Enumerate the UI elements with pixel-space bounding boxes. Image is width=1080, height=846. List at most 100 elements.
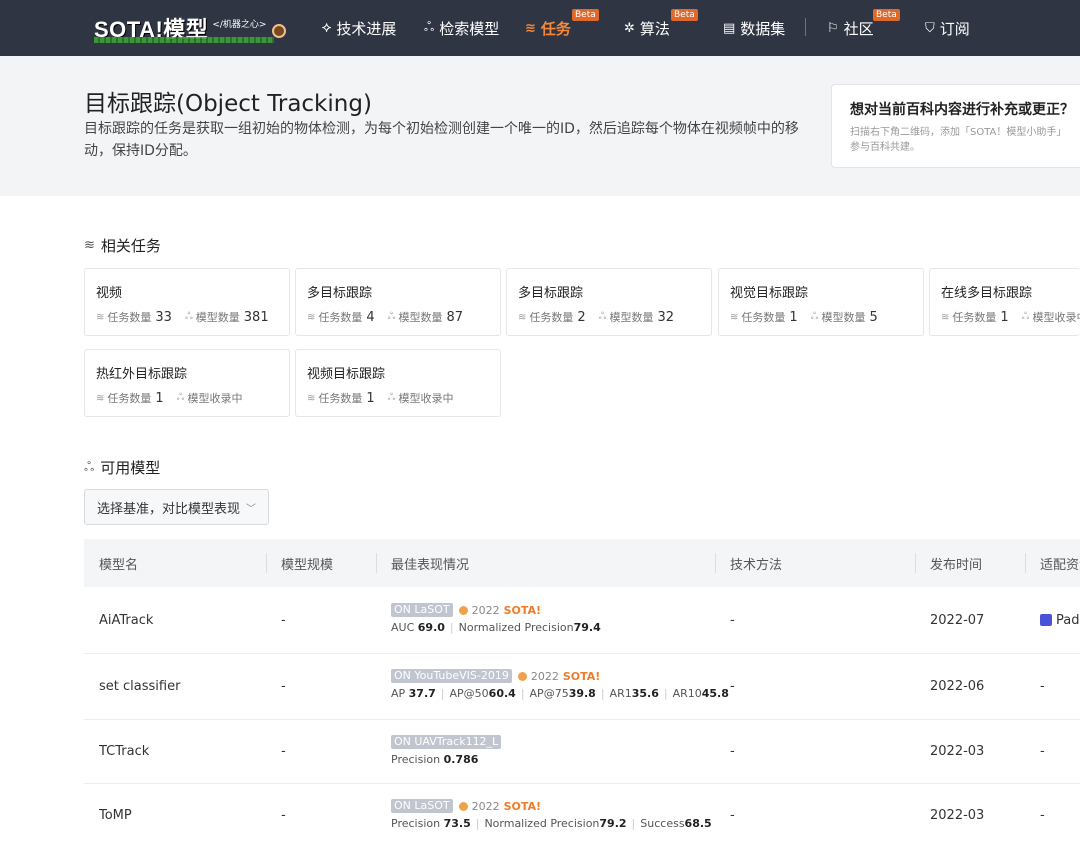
nodes-icon: ஃ <box>424 20 435 35</box>
task-card[interactable]: 视觉目标跟踪 ≋ 任务数量 1 ஃ 模型数量 5 <box>718 268 924 336</box>
model-count-label: 模型数量 <box>821 311 866 324</box>
metric-value: 45.8 <box>701 687 729 700</box>
layers-icon: ≋ <box>84 238 95 253</box>
database-icon: ▤ <box>723 20 736 36</box>
nav-item-label: 算法 <box>639 19 670 38</box>
layers-icon: ≋ <box>307 311 316 323</box>
metrics: Precision 73.5 | Normalized Precision79.2 |… <box>391 817 712 830</box>
contribute-title: 想对当前百科内容进行补充或更正？ <box>850 102 1074 118</box>
metric-name: Precision <box>391 817 444 830</box>
task-count-label: 任务数量 <box>318 311 363 324</box>
metric-value: 0.786 <box>443 753 479 766</box>
resource-label: Paddle <box>1056 612 1080 628</box>
column-header[interactable]: 模型规模 <box>281 539 333 587</box>
resource-link[interactable]: Paddle <box>1040 587 1080 653</box>
task-card[interactable]: 视频 ≋ 任务数量 33 ஃ 模型数量 381 <box>84 268 290 336</box>
resource: - <box>1040 744 1045 759</box>
nav-item-algorithms[interactable]: ✲ 算法 <box>624 0 670 56</box>
paddle-icon <box>1040 614 1052 626</box>
metric-value: 68.5 <box>684 817 712 830</box>
related-tasks-title: ≋ 相关任务 <box>84 235 161 256</box>
layers-icon: ≋ <box>96 392 105 404</box>
task-card[interactable]: 在线多目标跟踪 ≋任务数量1 ஃ模型收录中 <box>929 268 1080 336</box>
layers-icon: ≋ <box>96 311 105 323</box>
models-table-header: 模型名 模型规模 最佳表现情况 技术方法 发布时间 适配资源 <box>84 539 1080 587</box>
sota-badge: SOTA! <box>503 799 542 813</box>
task-count-label: 任务数量 <box>107 311 152 324</box>
model-count-label: 模型数量 <box>195 311 240 324</box>
dataset-tag[interactable]: ON LaSOT <box>391 799 453 813</box>
column-header[interactable]: 最佳表现情况 <box>391 539 469 587</box>
tech-method: - <box>730 807 735 823</box>
column-divider <box>376 553 377 573</box>
logo[interactable]: SOTA!模型 </机器之心> <box>94 10 287 46</box>
model-count-status: 模型收录中 <box>187 392 243 405</box>
nav-item-subscribe[interactable]: ⛉ 订阅 <box>925 0 970 56</box>
metrics: AP 37.7 | AP@5060.4 | AP@7539.8 | AR135.6 | AR10… <box>391 687 729 700</box>
table-row[interactable]: ToMP - ON LaSOT 2022 SOTA! Precision 73.… <box>84 784 1080 846</box>
chevron-down-icon: ﹀ <box>246 503 257 515</box>
task-card[interactable]: 热红外目标跟踪 ≋ 任务数量 1 ஃ 模型收录中 <box>84 349 290 417</box>
nav-item-tech-progress[interactable]: ⯎ 技术进展 <box>322 0 396 56</box>
task-count: 1 <box>155 390 164 406</box>
task-card-name: 视频目标跟踪 <box>307 367 386 382</box>
benchmark-select[interactable]: 选择基准，对比模型表现 ﹀ <box>84 489 269 525</box>
contribute-line-1: 扫描右下角二维码，添加「SOTA！模型小助手」 <box>850 127 1067 138</box>
metric-name: AP@75 <box>529 687 569 700</box>
layers-icon: ≋ <box>730 311 739 323</box>
logo-tag: </机器之心> <box>212 19 267 30</box>
task-count-label: 任务数量 <box>318 392 363 405</box>
sota-year: 2022 <box>471 799 500 813</box>
layers-icon: ≋ <box>307 392 316 404</box>
model-name[interactable]: AiATrack <box>99 587 153 653</box>
sota-year: 2022 <box>471 603 500 617</box>
column-header[interactable]: 适配资源 <box>1040 539 1080 587</box>
best-performance: ON YouTubeVIS-2019 2022 SOTA! AP 37.7 | AP… <box>391 669 729 700</box>
task-count-label: 任务数量 <box>952 311 997 324</box>
layers-icon: ≋ <box>518 311 527 323</box>
column-divider <box>266 553 267 573</box>
nav-item-label: 任务 <box>540 19 571 38</box>
model-scale: - <box>281 807 286 823</box>
column-header[interactable]: 模型名 <box>99 539 138 587</box>
nodes-icon: ஃ <box>1021 311 1030 322</box>
model-name[interactable]: TCTrack <box>99 720 149 783</box>
column-header[interactable]: 发布时间 <box>930 539 982 587</box>
task-card-name: 在线多目标跟踪 <box>941 286 1033 301</box>
model-count: 5 <box>869 309 878 325</box>
metrics: AUC 69.0 | Normalized Precision79.4 <box>391 621 601 634</box>
column-header[interactable]: 技术方法 <box>730 539 782 587</box>
model-name[interactable]: ToMP <box>99 784 132 846</box>
table-row[interactable]: AiATrack - ON LaSOT 2022 SOTA! AUC 69.0 |… <box>84 587 1080 654</box>
task-card[interactable]: 视频目标跟踪 ≋ 任务数量 1 ஃ 模型收录中 <box>295 349 501 417</box>
section-title-text: 相关任务 <box>100 237 161 255</box>
dataset-tag[interactable]: ON LaSOT <box>391 603 453 617</box>
metric-value: 35.6 <box>631 687 659 700</box>
nav-item-label: 技术进展 <box>336 19 397 38</box>
best-performance: ON LaSOT 2022 SOTA! Precision 73.5 | Norma… <box>391 799 712 830</box>
model-name[interactable]: set classifier <box>99 654 180 719</box>
nav-item-tasks[interactable]: ≋ 任务 <box>525 0 571 56</box>
metric-value: 39.8 <box>568 687 596 700</box>
task-card[interactable]: 多目标跟踪 ≋ 任务数量 2 ஃ 模型数量 32 <box>506 268 712 336</box>
model-count: 381 <box>243 309 269 325</box>
nav-item-community[interactable]: ⚐ 社区 <box>827 0 874 56</box>
dataset-tag[interactable]: ON YouTubeVIS-2019 <box>391 669 512 683</box>
model-scale: - <box>281 612 286 628</box>
task-card[interactable]: 多目标跟踪 ≋ 任务数量 4 ஃ 模型数量 87 <box>295 268 501 336</box>
task-count-label: 任务数量 <box>107 392 152 405</box>
dataset-tag[interactable]: ON UAVTrack112_L <box>391 735 502 749</box>
nav-item-search-models[interactable]: ஃ 检索模型 <box>424 0 499 56</box>
sota-badge: SOTA! <box>562 669 601 683</box>
top-nav: SOTA!模型 </机器之心> ⯎ 技术进展 ஃ 检索模型 ≋ 任务 Beta … <box>0 0 1080 56</box>
metric-value: 69.0 <box>417 621 445 634</box>
table-row[interactable]: set classifier - ON YouTubeVIS-2019 2022… <box>84 654 1080 720</box>
tech-method: - <box>730 679 735 694</box>
task-count: 1 <box>789 309 798 325</box>
table-row[interactable]: TCTrack - ON UAVTrack112_L Precision 0.7… <box>84 720 1080 784</box>
nav-item-label: 检索模型 <box>439 19 500 38</box>
release-date: 2022-06 <box>930 679 985 694</box>
task-card-name: 视频 <box>96 286 123 301</box>
nav-item-datasets[interactable]: ▤ 数据集 <box>723 0 785 56</box>
beta-badge: Beta <box>572 9 599 21</box>
